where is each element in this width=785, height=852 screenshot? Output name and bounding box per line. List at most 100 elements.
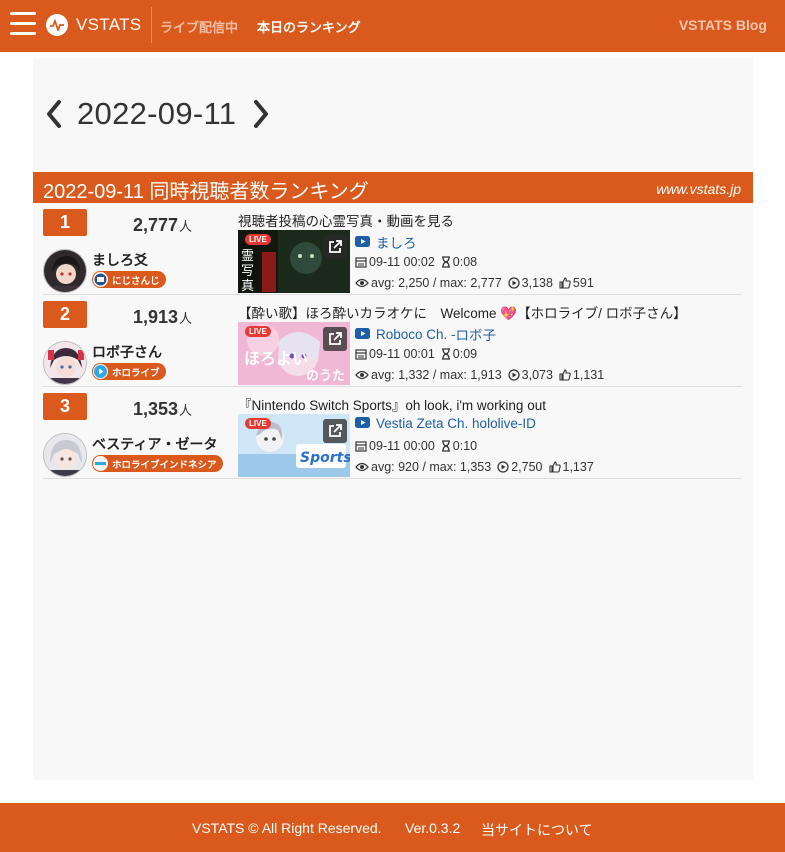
viewer-stats: avg: 1,332 / max: 1,913	[371, 368, 502, 382]
footer-version: Ver.0.3.2	[405, 820, 461, 836]
stream-title[interactable]: 『Nintendo Switch Sports』oh look, i'm wor…	[238, 394, 546, 414]
avatar[interactable]	[43, 341, 87, 385]
start-time: 09-11 00:02	[369, 255, 435, 269]
menu-icon[interactable]	[10, 12, 36, 38]
view-count: 2,750	[511, 460, 543, 474]
hololive-logo-icon	[93, 364, 108, 379]
live-tag: LIVE	[245, 418, 271, 429]
viewer-unit: 人	[179, 219, 193, 234]
nav-live-link[interactable]: ライブ配信中	[160, 17, 238, 36]
current-date: 2022-09-11	[77, 96, 237, 131]
site-url[interactable]: www.vstats.jp	[656, 181, 741, 197]
ranking-header: 2022-09-11 同時視聴者数ランキング www.vstats.jp	[33, 172, 753, 203]
play-circle-icon	[507, 277, 520, 289]
org-badge[interactable]: ホロライブ	[92, 363, 166, 380]
footer-about-link[interactable]: 当サイトについて	[481, 820, 593, 840]
viewer-unit: 人	[179, 403, 193, 418]
viewer-count: 1,913人	[133, 307, 192, 328]
eye-icon	[355, 462, 369, 472]
channel-name[interactable]: ベスティア・ゼータ	[92, 434, 217, 454]
ranking-card: 2022-09-11 2022-09-11 同時視聴者数ランキング www.vs…	[33, 58, 753, 780]
svg-text:霊: 霊	[241, 249, 254, 264]
stream-title[interactable]: 【酔い歌】ほろ酔いカラオケに Welcome 💖【ホロライブ/ ロボ子さん】	[238, 302, 687, 322]
youtube-icon	[355, 327, 370, 342]
brand-link[interactable]: VSTATS	[46, 14, 141, 36]
talent-label: ロボ子	[455, 328, 497, 343]
hourglass-icon	[441, 256, 450, 268]
nijisanji-logo-icon	[93, 272, 108, 287]
view-count: 3,138	[521, 276, 553, 290]
org-badge[interactable]: ホロライブインドネシア	[92, 455, 223, 472]
svg-text:写: 写	[241, 264, 254, 279]
avatar[interactable]	[43, 433, 87, 477]
channel-label: ましろ	[376, 236, 417, 251]
org-name: にじさんじ	[112, 275, 160, 287]
stream-stats: avg: 920 / max: 1,353 2,750 1,137	[355, 460, 594, 474]
footer: VSTATS © All Right Reserved. Ver.0.3.2 当…	[0, 803, 785, 852]
channel-link[interactable]: Roboco Ch. - ロボ子	[355, 324, 496, 344]
viewer-stats: avg: 920 / max: 1,353	[371, 460, 492, 474]
viewer-unit: 人	[179, 311, 193, 326]
chevron-left-icon[interactable]	[43, 97, 65, 131]
rank-badge: 2	[43, 301, 87, 328]
footer-copyright: VSTATS © All Right Reserved.	[192, 820, 382, 836]
svg-text:Sports: Sports	[300, 450, 350, 466]
chevron-right-icon[interactable]	[250, 97, 272, 131]
channel-link[interactable]: ましろ	[355, 232, 417, 252]
calendar-icon	[355, 257, 367, 268]
nav-blog-link[interactable]: VSTATS Blog	[679, 17, 767, 33]
avatar[interactable]	[43, 249, 87, 293]
stream-stats: avg: 1,332 / max: 1,913 3,073 1,131	[355, 368, 604, 382]
stream-time-info: 09-11 00:00 0:10	[355, 439, 477, 453]
external-link-icon[interactable]	[323, 235, 347, 259]
rank-badge: 1	[43, 209, 87, 236]
external-link-icon[interactable]	[323, 419, 347, 443]
ranking-row: 3 1,353人 ベスティア・ゼータ ホロライブインドネシア 『Nintendo…	[43, 387, 742, 479]
youtube-icon	[355, 416, 370, 431]
live-tag: LIVE	[245, 326, 271, 337]
nav-divider	[151, 7, 152, 43]
view-count: 3,073	[521, 368, 553, 382]
stream-thumbnail[interactable]: 霊写真 LIVE	[238, 230, 350, 293]
thumbs-up-icon	[548, 461, 561, 473]
like-count: 591	[572, 276, 594, 290]
duration: 0:10	[452, 439, 478, 453]
stream-thumbnail[interactable]: Sports LIVE	[238, 414, 350, 477]
ranking-row: 1 2,777人 ましろ爻 にじさんじ 視聴者投稿の心霊写真・動画を見る 霊写真…	[43, 203, 742, 295]
start-time: 09-11 00:01	[369, 347, 435, 361]
svg-text:ほろよい: ほろよい	[244, 349, 308, 368]
stream-title[interactable]: 視聴者投稿の心霊写真・動画を見る	[238, 210, 454, 230]
channel-label: Vestia Zeta Ch. hololive-ID	[376, 416, 536, 431]
nav-ranking-link[interactable]: 本日のランキング	[257, 17, 361, 36]
org-name: ホロライブ	[112, 367, 160, 379]
viewer-count-value: 1,913	[133, 307, 179, 327]
eye-icon	[355, 278, 369, 288]
like-count: 1,137	[562, 460, 594, 474]
rank-badge: 3	[43, 393, 87, 420]
viewer-count-value: 1,353	[133, 399, 179, 419]
hourglass-icon	[441, 348, 450, 360]
viewer-count: 2,777人	[133, 215, 192, 236]
date-navigator: 2022-09-11	[43, 96, 272, 132]
like-count: 1,131	[572, 368, 605, 382]
hourglass-icon	[441, 440, 450, 452]
channel-name[interactable]: ましろ爻	[92, 250, 148, 270]
stream-time-info: 09-11 00:01 0:09	[355, 347, 477, 361]
viewer-count-value: 2,777	[133, 215, 179, 235]
svg-text:のうた: のうた	[306, 369, 345, 384]
stream-thumbnail[interactable]: ほろよい のうた LIVE	[238, 322, 350, 385]
calendar-icon	[355, 349, 367, 360]
org-badge[interactable]: にじさんじ	[92, 271, 166, 288]
top-navbar: VSTATS ライブ配信中 本日のランキング VSTATS Blog	[0, 0, 785, 52]
channel-name[interactable]: ロボ子さん	[92, 342, 162, 362]
viewer-count: 1,353人	[133, 399, 192, 420]
stream-time-info: 09-11 00:02 0:08	[355, 255, 477, 269]
viewer-stats: avg: 2,250 / max: 2,777	[371, 276, 502, 290]
thumbs-up-icon	[559, 277, 571, 289]
channel-link[interactable]: Vestia Zeta Ch. hololive-ID	[355, 416, 536, 431]
live-tag: LIVE	[245, 234, 271, 245]
youtube-icon	[355, 235, 370, 250]
thumbs-up-icon	[559, 369, 571, 381]
org-name: ホロライブインドネシア	[112, 459, 217, 471]
external-link-icon[interactable]	[323, 327, 347, 351]
